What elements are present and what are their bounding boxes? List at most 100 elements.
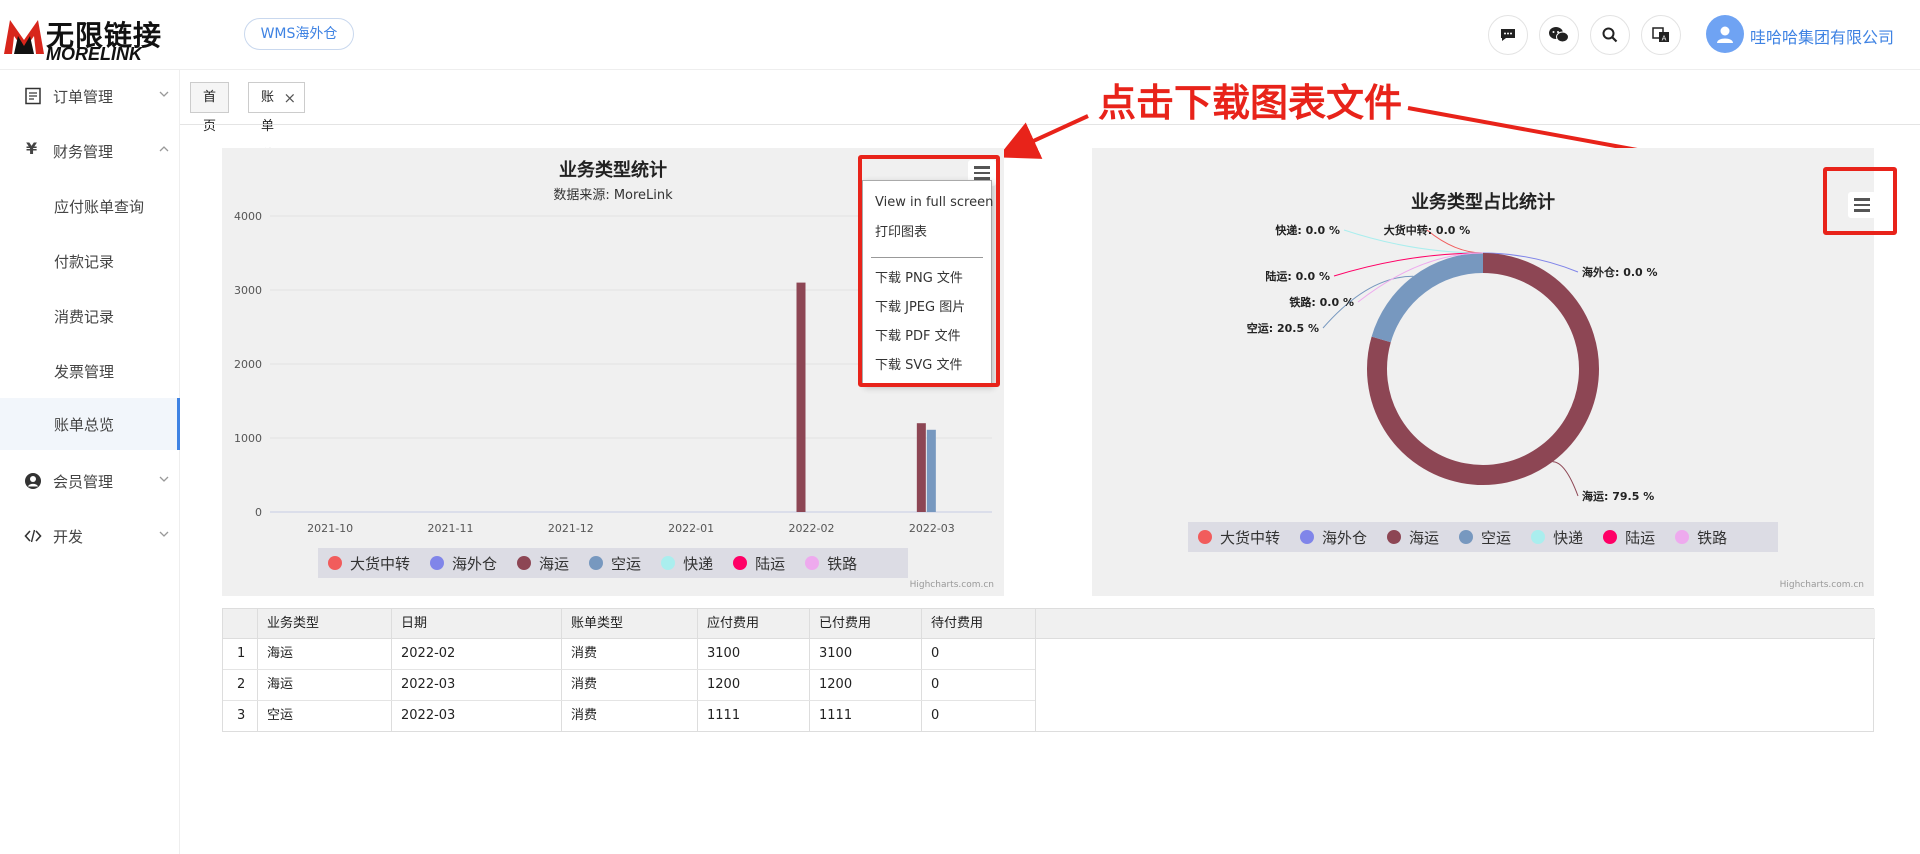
pie-chart-credit[interactable]: Highcharts.com.cn: [1780, 580, 1864, 590]
table-row[interactable]: 1 海运 2022-02 消费 3100 3100 0: [223, 639, 1035, 669]
table-cell: 1111: [707, 708, 741, 723]
pie-data-label: 陆运: 0.0 %: [1265, 269, 1330, 283]
bar[interactable]: [796, 282, 806, 512]
highlight-box-menu: [858, 155, 1000, 387]
table-header-cell[interactable]: 账单类型: [561, 609, 623, 639]
search-icon[interactable]: [1590, 15, 1630, 55]
legend-item[interactable]: 铁路: [1675, 527, 1727, 548]
legend-dot-icon: [430, 556, 445, 570]
wechat-icon[interactable]: [1539, 15, 1579, 55]
translate-icon[interactable]: A: [1641, 15, 1681, 55]
legend-item[interactable]: 空运: [589, 553, 641, 574]
legend-item[interactable]: 陆运: [1603, 527, 1655, 548]
table-header-cell[interactable]: 应付费用: [697, 609, 759, 639]
pie-data-label: 海外仓: 0.0 %: [1582, 265, 1658, 279]
chevron-down-icon: [159, 476, 169, 482]
sidebar-item-label: 会员管理: [53, 473, 114, 491]
table-cell: 2022-03: [401, 708, 456, 723]
bill-table: 业务类型 日期 账单类型 应付费用 已付费用 待付费用 1 海运 2022-02…: [222, 608, 1875, 732]
table-cell: 消费: [571, 708, 598, 723]
chevron-down-icon: [159, 91, 169, 97]
legend-item[interactable]: 海运: [1387, 527, 1439, 548]
legend-item[interactable]: 快递: [1531, 527, 1583, 548]
pie-data-label: 大货中转: 0.0 %: [1384, 223, 1471, 237]
legend-item[interactable]: 海外仓: [1300, 527, 1367, 548]
tab-home[interactable]: 首页: [190, 82, 230, 134]
table-cell: 3100: [819, 646, 853, 661]
pie-chart-panel: 业务类型占比统计 大货中转: 0.0 % 海外仓: 0.0 % 海运: 79.5 %…: [1092, 148, 1874, 596]
bar[interactable]: [916, 423, 926, 512]
bar-chart-legend: 大货中转 海外仓 海运 空运 快递 陆运 铁路: [318, 548, 908, 578]
legend-dot-icon: [661, 556, 676, 570]
table-row[interactable]: 2 海运 2022-03 消费 1200 1200 0: [223, 670, 1035, 700]
sidebar-item-label: 开发: [53, 528, 84, 546]
logo[interactable]: 无限链接 MORELINK: [0, 8, 180, 64]
x-tick-label: 2021-10: [307, 522, 353, 535]
highlight-box-pie-menu: [1823, 167, 1897, 235]
sidebar-item-dev[interactable]: 开发: [0, 510, 180, 562]
sidebar-item-label: 消费记录: [54, 308, 115, 326]
table-cell: 消费: [571, 677, 598, 692]
sidebar-item-invoice[interactable]: 发票管理: [0, 345, 180, 397]
sidebar-item-label: 财务管理: [53, 143, 114, 161]
table-cell: 3100: [707, 646, 741, 661]
x-tick-label: 2022-02: [789, 522, 835, 535]
legend-item[interactable]: 海外仓: [430, 553, 497, 574]
row-index: 1: [237, 646, 246, 661]
sidebar-item-payable-query[interactable]: 应付账单查询: [0, 180, 180, 232]
tab-bill-overview[interactable]: 账单总览 ×: [248, 82, 306, 192]
legend-label: 大货中转: [350, 554, 411, 573]
legend-dot-icon: [328, 556, 342, 570]
pie-slice[interactable]: [1371, 253, 1484, 343]
table-header-cell[interactable]: 业务类型: [257, 609, 319, 639]
chevron-down-icon: [159, 531, 169, 537]
bar-chart-credit[interactable]: Highcharts.com.cn: [910, 580, 994, 590]
legend-dot-icon: [733, 556, 748, 570]
table-header-cell[interactable]: 日期: [391, 609, 427, 639]
y-tick-label: 0: [255, 506, 262, 519]
legend-item[interactable]: 快递: [661, 553, 713, 574]
wms-overseas-button[interactable]: WMS海外仓: [244, 18, 354, 50]
pie-connector: [1552, 461, 1579, 497]
yen-icon: ¥: [26, 139, 38, 158]
legend-item[interactable]: 大货中转: [1198, 527, 1280, 548]
sidebar-item-consumption-records[interactable]: 消费记录: [0, 290, 180, 342]
legend-item[interactable]: 大货中转: [328, 553, 410, 574]
table-cell: 2022-03: [401, 677, 456, 692]
tab-close-icon[interactable]: ×: [283, 84, 296, 113]
sidebar-item-finance[interactable]: ¥ 财务管理: [0, 125, 180, 177]
pie-data-label: 空运: 20.5 %: [1247, 321, 1319, 335]
table-header-cell[interactable]: 已付费用: [809, 609, 871, 639]
table-cell: 0: [931, 677, 940, 692]
sidebar-item-label: 付款记录: [54, 253, 115, 271]
legend-item[interactable]: 铁路: [805, 553, 857, 574]
company-name[interactable]: 哇哈哈集团有限公司: [1750, 24, 1894, 48]
sidebar-item-bill-overview[interactable]: 账单总览: [0, 398, 180, 450]
y-tick-label: 1000: [234, 432, 262, 445]
sidebar-item-payment-records[interactable]: 付款记录: [0, 235, 180, 287]
legend-label: 陆运: [1625, 528, 1656, 547]
logo-mark-icon: [4, 20, 44, 54]
legend-item[interactable]: 海运: [517, 553, 569, 574]
legend-dot-icon: [517, 556, 532, 570]
x-tick-label: 2021-11: [428, 522, 474, 535]
sidebar-item-member[interactable]: 会员管理: [0, 455, 180, 507]
legend-dot-icon: [805, 556, 820, 570]
sidebar-item-order[interactable]: 订单管理: [0, 70, 180, 122]
table-cell: 2022-02: [401, 646, 456, 661]
sidebar-item-label: 账单总览: [54, 416, 115, 434]
table-row[interactable]: 3 空运 2022-03 消费 1111 1111 0: [223, 701, 1035, 731]
chat-icon[interactable]: [1488, 15, 1528, 55]
user-circle-icon: [25, 473, 41, 489]
chevron-up-icon: [159, 146, 169, 152]
table-header-cell[interactable]: 待付费用: [921, 609, 983, 639]
legend-dot-icon: [1387, 530, 1402, 544]
legend-item[interactable]: 空运: [1459, 527, 1511, 548]
avatar[interactable]: [1706, 15, 1744, 53]
bar[interactable]: [926, 429, 936, 512]
x-tick-label: 2021-12: [548, 522, 594, 535]
legend-dot-icon: [1531, 530, 1546, 544]
table-cell: 1200: [707, 677, 741, 692]
legend-item[interactable]: 陆运: [733, 553, 785, 574]
table-header: 业务类型 日期 账单类型 应付费用 已付费用 待付费用: [223, 609, 1875, 639]
